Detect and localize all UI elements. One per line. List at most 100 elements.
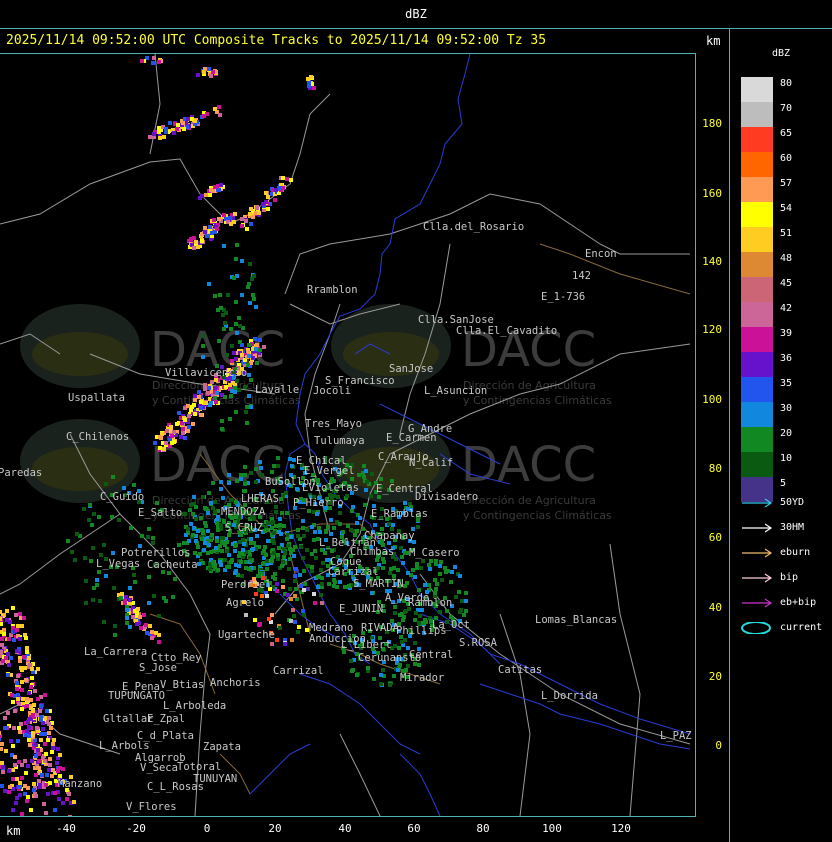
track-arrow-icon xyxy=(742,548,773,558)
place-label: S.ROSA xyxy=(459,637,498,649)
legend-swatch xyxy=(741,227,773,252)
legend-divider xyxy=(729,28,730,842)
legend-label: 45 xyxy=(780,278,793,289)
place-label: E_1-736 xyxy=(541,291,585,303)
place-label: E_JUNIN xyxy=(339,603,383,615)
track-arrow-icon xyxy=(742,523,773,533)
place-label: RIVADA xyxy=(361,622,400,634)
y-tick-label: 120 xyxy=(702,323,722,336)
legend-label: 39 xyxy=(780,328,793,339)
boundary-line xyxy=(499,613,531,816)
legend-label: 51 xyxy=(780,228,793,239)
place-label: MENDOZA xyxy=(221,506,266,518)
y-axis-unit: km xyxy=(706,34,721,48)
track-arrow-icon xyxy=(742,498,773,508)
river-line xyxy=(249,743,311,795)
place-label: N_Calif xyxy=(409,457,453,469)
place-label: L_Vegas xyxy=(96,558,140,570)
current-ellipse-icon xyxy=(741,622,771,634)
y-tick-label: 40 xyxy=(708,601,722,614)
place-label: LHERAS xyxy=(241,493,279,505)
track-label: eb+bip xyxy=(780,597,817,608)
track-label: 30HM xyxy=(780,522,805,533)
place-label: Perdriel xyxy=(221,579,272,591)
legend-swatch xyxy=(741,277,773,302)
place-label: Carrizal xyxy=(273,665,324,677)
x-tick-label: 40 xyxy=(338,822,352,835)
place-label: Uspallata xyxy=(68,392,125,404)
legend-label: 30 xyxy=(780,403,793,414)
legend-swatch xyxy=(741,77,773,102)
legend-swatch xyxy=(741,152,773,177)
legend-label: 10 xyxy=(780,453,793,464)
place-label: V_Flores xyxy=(126,801,177,813)
legend-label: 20 xyxy=(780,428,793,439)
legend-label: 70 xyxy=(780,103,793,114)
place-label: Cerunansto xyxy=(358,652,421,664)
y-tick-label: 0 xyxy=(715,739,722,752)
legend-label: 42 xyxy=(780,303,793,314)
legend-label: 57 xyxy=(780,178,793,189)
legend-label: 36 xyxy=(780,353,793,364)
place-label: Tulumaya xyxy=(314,435,365,447)
x-tick-label: 60 xyxy=(407,822,421,835)
x-tick-label: 100 xyxy=(542,822,562,835)
place-label: Tres_Mayo xyxy=(305,418,362,430)
track-label: eburn xyxy=(780,547,811,558)
legend-swatch xyxy=(741,177,773,202)
place-label: Mirador xyxy=(400,672,444,684)
y-tick-label: 160 xyxy=(702,187,722,200)
x-tick-label: 80 xyxy=(476,822,490,835)
legend-swatch xyxy=(741,377,773,402)
watermark-line2: y Contingencias Climáticas xyxy=(463,509,612,522)
track-label: bip xyxy=(780,572,799,583)
place-label: S_Jose xyxy=(139,662,177,674)
boundary-line xyxy=(609,543,641,816)
radar-map[interactable]: DACCDirección de Agricultura y Contingenc… xyxy=(0,54,696,816)
legend-title: dBZ xyxy=(772,48,791,59)
y-tick-label: 140 xyxy=(702,255,722,268)
place-label: Ramblon xyxy=(408,597,452,609)
x-tick-label: 0 xyxy=(203,822,211,835)
x-tick-label: -40 xyxy=(56,822,76,835)
place-label: Anchoris xyxy=(210,677,261,689)
place-label: Zapata xyxy=(203,741,241,753)
track-arrow-icon xyxy=(742,573,773,583)
place-label: LVioletas xyxy=(302,482,359,494)
place-label: Cacheuta xyxy=(147,559,198,571)
y-tick-label: 80 xyxy=(708,462,722,475)
x-axis-unit: km xyxy=(6,824,21,838)
track-arrow-icon xyxy=(742,598,773,608)
river-line xyxy=(299,673,421,755)
place-label: Totoral xyxy=(177,761,221,773)
place-label: L_Dorrida xyxy=(541,690,598,702)
place-label: La_Carrera xyxy=(84,646,147,658)
place-label: Manzano xyxy=(58,778,102,790)
boundary-line xyxy=(339,733,381,816)
legend-swatch xyxy=(741,252,773,277)
x-tick-label: -20 xyxy=(126,822,146,835)
place-label: Ugarteche xyxy=(218,629,275,641)
place-label: SanJose xyxy=(389,363,433,375)
window-title: dBZ xyxy=(405,7,427,21)
legend-swatch xyxy=(741,302,773,327)
legend-swatch xyxy=(741,352,773,377)
place-label: V_Btias xyxy=(160,679,204,691)
place-label: L_Arboleda xyxy=(163,700,226,712)
legend-label: 5 xyxy=(780,478,787,489)
place-label: Lavalle xyxy=(255,384,299,396)
river-line xyxy=(399,753,441,816)
place-label: L_Asuncion xyxy=(424,385,487,397)
place-label: V_Seca xyxy=(140,762,178,774)
legend-label: 54 xyxy=(780,203,793,214)
place-label: Clla.del_Rosario xyxy=(423,221,524,233)
legend-swatch xyxy=(741,427,773,452)
legend-label: 65 xyxy=(780,128,793,139)
place-label: Catitas xyxy=(498,664,542,676)
y-tick-label: 100 xyxy=(702,393,722,406)
place-label: C_Guido xyxy=(100,491,144,503)
legend-swatch xyxy=(741,127,773,152)
legend-label: 35 xyxy=(780,378,793,389)
place-label: TUPUNGATO xyxy=(108,690,165,702)
y-tick-label: 20 xyxy=(708,670,722,683)
